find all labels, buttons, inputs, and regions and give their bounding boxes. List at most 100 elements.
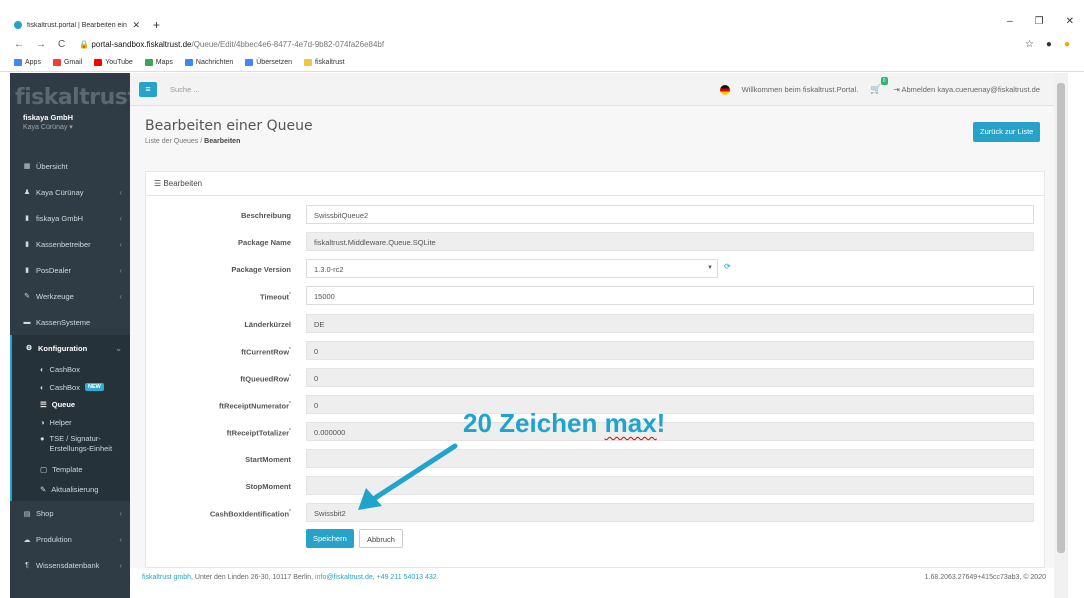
wrench-icon: ✎ xyxy=(24,293,30,300)
footer: fiskaltrust gmbh, Unter den Linden 26-30… xyxy=(130,568,1054,588)
panel-header: ☰ Bearbeiten xyxy=(146,172,1044,196)
nav-fiskaya[interactable]: ▮ fiskaya GmbH ‹ xyxy=(10,205,130,231)
scrollbar-thumb[interactable] xyxy=(1057,83,1065,553)
grid-icon: ▦ xyxy=(23,163,31,170)
new-tab-icon[interactable]: + xyxy=(153,18,160,32)
cashbox-id-label: CashBoxIdentification* xyxy=(209,509,291,519)
package-version-select[interactable]: 1.3.0-rc2 ▼ xyxy=(306,259,718,278)
nav-aktualisierung[interactable]: ✎ Aktualisierung xyxy=(12,479,130,501)
user-icon: ♟ xyxy=(23,189,31,196)
timeout-field[interactable]: 15000 xyxy=(306,286,1034,305)
minimize-icon[interactable]: – xyxy=(1007,16,1013,27)
nav-kassenbetreiber[interactable]: ▮ Kassenbetreiber ‹ xyxy=(10,231,130,257)
restore-icon[interactable]: ❐ xyxy=(1035,16,1044,27)
footer-phone-link[interactable]: +49 211 54013 432 xyxy=(377,574,437,581)
user-menu[interactable]: Kaya Cürünay ▾ xyxy=(10,122,130,131)
list-icon: ☰ xyxy=(154,179,162,188)
logout-link[interactable]: ⇥ Abmelden kaya.cueruenay@fiskaltrust.de xyxy=(894,85,1041,94)
bookmark-nachrichten[interactable]: Nachrichten xyxy=(184,59,233,66)
nav-cashbox[interactable]: ◐ CashBox xyxy=(12,361,130,379)
building-icon: ▮ xyxy=(25,215,29,222)
page-title: Bearbeiten einer Queue xyxy=(145,118,313,134)
refresh-icon[interactable]: ⟳ xyxy=(724,262,731,271)
forward-icon[interactable]: → xyxy=(36,39,46,50)
cancel-button[interactable]: Abbruch xyxy=(359,529,403,548)
nav-produktion[interactable]: ☁ Produktion ‹ xyxy=(10,527,130,553)
bookmark-apps[interactable]: Apps xyxy=(14,59,41,66)
reload-icon[interactable]: C xyxy=(58,39,65,50)
laender-field: DE xyxy=(306,314,1034,333)
nav-shop[interactable]: ▤ Shop ‹ xyxy=(10,501,130,527)
tse-icon: ● xyxy=(40,434,45,443)
bookmark-fiskaltrust[interactable]: fiskaltrust xyxy=(304,59,345,66)
stop-moment-label: StopMoment xyxy=(245,482,291,491)
search-input[interactable]: Suche ... xyxy=(170,85,200,94)
back-icon[interactable]: ← xyxy=(14,39,24,50)
close-window-icon[interactable]: ✕ xyxy=(1066,16,1074,27)
nav-konfiguration[interactable]: ⚙ Konfiguration ⌄ xyxy=(10,335,130,361)
receipt-totalizer-label: ftReceiptTotalizer* xyxy=(226,428,291,438)
nav-template[interactable]: ▢ Template xyxy=(12,461,130,479)
nav-kassensysteme[interactable]: ▬ KassenSysteme xyxy=(10,309,130,335)
nav-werkzeuge[interactable]: ✎ Werkzeuge ‹ xyxy=(10,283,130,309)
cloud-icon: ☁ xyxy=(23,536,31,544)
cart-icon[interactable]: 🛒 0 xyxy=(870,77,888,95)
bookmark-youtube[interactable]: YouTube xyxy=(94,59,133,66)
cashbox-icon: ◐ xyxy=(40,382,45,392)
start-moment-label: StartMoment xyxy=(245,455,291,464)
chevron-left-icon: ‹ xyxy=(119,239,122,249)
favicon-icon xyxy=(14,21,22,29)
timeout-label: Timeout* xyxy=(260,292,291,302)
window-controls: – ❐ ✕ xyxy=(1007,16,1074,27)
queued-row-field: 0 xyxy=(306,368,1034,387)
page-scrollbar[interactable] xyxy=(1054,73,1068,598)
browser-tab[interactable]: fiskaltrust.portal | Bearbeiten ein ✕ xyxy=(8,16,146,34)
back-to-list-button[interactable]: Zurück zur Liste xyxy=(973,122,1041,142)
dropdown-arrow-icon: ▼ xyxy=(707,265,713,271)
paragraph-icon: ¶ xyxy=(25,562,29,569)
sidebar: fiskaltrust. fiskaya GmbH Kaya Cürünay ▾… xyxy=(10,73,146,598)
bookmark-uebersetzen[interactable]: Übersetzen xyxy=(245,59,292,66)
package-name-field: fiskaltrust.Middleware.Queue.SQLite xyxy=(306,232,1034,251)
extension-icon[interactable]: ● xyxy=(1064,39,1070,50)
annotation-callout: 20 Zeichen max! xyxy=(463,408,666,438)
nav-cashbox-new[interactable]: ◐ CashBox NEW xyxy=(12,379,130,397)
bookmark-gmail[interactable]: Gmail xyxy=(52,59,82,66)
star-icon[interactable]: ☆ xyxy=(1025,39,1034,50)
tab-title: fiskaltrust.portal | Bearbeiten ein xyxy=(27,21,127,29)
brand-logo: fiskaltrust. xyxy=(15,85,146,110)
nav-uebersicht[interactable]: ▦ Übersicht xyxy=(10,153,130,179)
breadcrumb-current: Bearbeiten xyxy=(204,138,241,145)
nav-queue[interactable]: ☰ Queue xyxy=(12,396,130,414)
queued-row-label: ftQueuedRow* xyxy=(240,374,291,384)
cashbox-icon: ◐ xyxy=(40,365,45,375)
nav-kaya[interactable]: ♟ Kaya Cürünay ‹ xyxy=(10,179,130,205)
profile-icon[interactable]: ● xyxy=(1046,39,1052,50)
nav-helper[interactable]: ◑ Helper xyxy=(12,414,130,432)
welcome-text: Willkommen beim fiskaltrust.Portal. xyxy=(741,85,859,94)
nav-posdealer[interactable]: ▮ PosDealer ‹ xyxy=(10,257,130,283)
german-flag-icon[interactable] xyxy=(719,84,730,95)
laender-label: Länderkürzel xyxy=(244,320,291,329)
beschreibung-field[interactable]: SwissbitQueue2 xyxy=(306,205,1034,224)
footer-address: , Unter den Linden 26-30, 10117 Berlin, xyxy=(191,574,316,581)
nav-wissen[interactable]: ¶ Wissensdatenbank ‹ xyxy=(10,553,130,579)
breadcrumb: Liste der Queues / Bearbeiten xyxy=(145,138,241,145)
cart-count: 0 xyxy=(880,77,888,85)
cogs-icon: ⚙ xyxy=(25,345,33,352)
bookmark-maps[interactable]: Maps xyxy=(144,59,173,66)
chevron-left-icon: ‹ xyxy=(119,213,122,223)
building-icon: ▮ xyxy=(25,241,29,248)
footer-company-link[interactable]: fiskaltrust gmbh xyxy=(142,574,191,581)
breadcrumb-queues[interactable]: Liste der Queues xyxy=(145,138,198,145)
nav-tse[interactable]: ● TSE / Signatur-Erstellungs-Einheit xyxy=(12,431,130,461)
menu-toggle-icon[interactable]: ≡ xyxy=(139,82,157,97)
save-button[interactable]: Speichern xyxy=(306,529,354,548)
url-field[interactable]: 🔒 portal-sandbox.fiskaltrust.de/Queue/Ed… xyxy=(79,40,384,49)
footer-version: 1.68.2063.27649+415cc73ab3, © 2020 xyxy=(924,574,1046,581)
current-row-field: 0 xyxy=(306,341,1034,360)
close-tab-icon[interactable]: ✕ xyxy=(132,20,140,31)
receipt-numerator-field: 0 xyxy=(306,395,1034,414)
footer-email-link[interactable]: info@fiskaltrust.de xyxy=(315,574,373,581)
beschreibung-label: Beschreibung xyxy=(240,211,291,220)
